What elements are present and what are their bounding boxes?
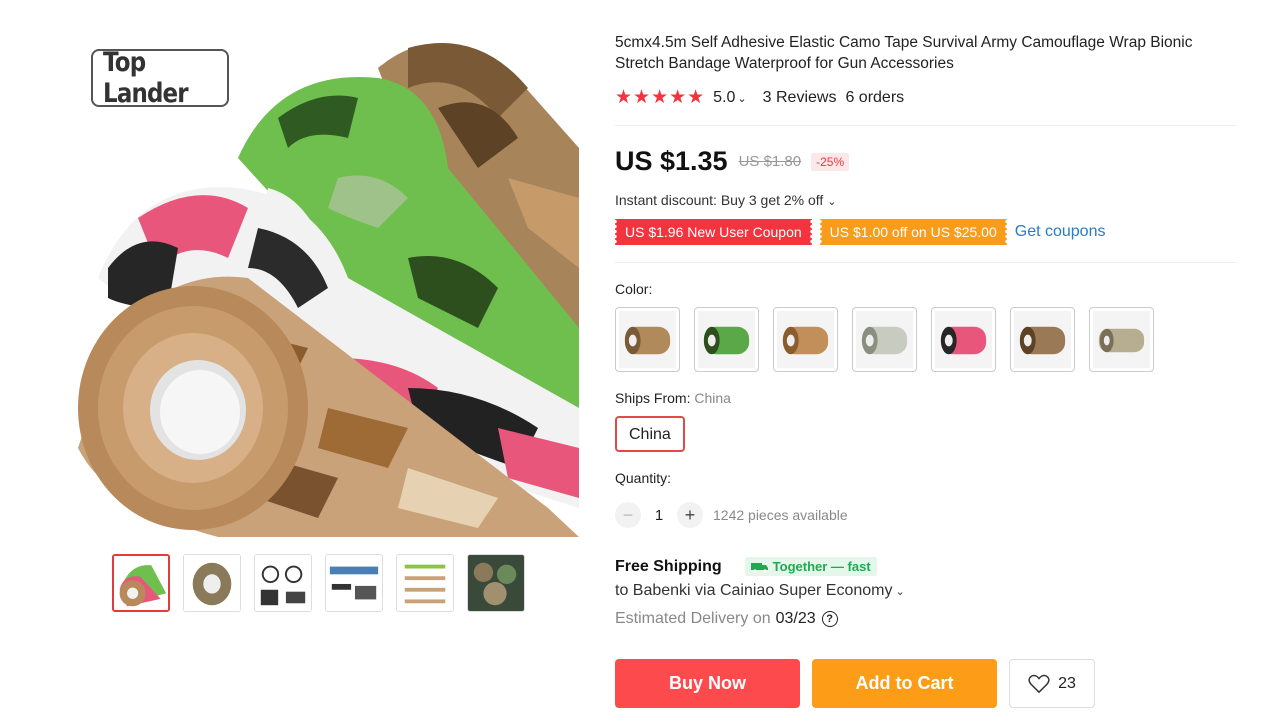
- together-fast-text: Together — fast: [772, 559, 871, 574]
- bike-thumb-icon: [255, 555, 311, 611]
- estimated-delivery-label: Estimated Delivery on: [615, 610, 771, 627]
- tape-swatch-icon: [935, 311, 992, 368]
- chevron-down-icon: ⌄: [737, 92, 747, 105]
- wishlist-count: 23: [1058, 674, 1076, 692]
- get-coupons-link[interactable]: Get coupons: [1015, 223, 1106, 241]
- original-price: US $1.80: [738, 153, 802, 170]
- orders-count: 6 orders: [845, 88, 905, 106]
- heart-icon: [1028, 674, 1050, 693]
- discount-badge: -25%: [811, 152, 850, 171]
- quantity-label: Quantity:: [615, 470, 672, 486]
- current-price: US $1.35: [615, 146, 728, 176]
- rating-row: ★★★★★ 5.0 ⌄ 3 Reviews 6 orders: [615, 86, 904, 109]
- buy-now-button[interactable]: Buy Now: [615, 659, 800, 708]
- store-coupon[interactable]: US $1.00 off on US $25.00: [817, 219, 1009, 245]
- thumbnail-5[interactable]: [396, 554, 454, 612]
- coupon-row: US $1.96 New User Coupon US $1.00 off on…: [613, 219, 1106, 245]
- thumbnail-strip: [112, 554, 525, 612]
- star-rating-icon: ★★★★★: [615, 87, 706, 108]
- divider: [615, 125, 1237, 126]
- estimated-delivery: Estimated Delivery on 03/23 ?: [615, 610, 838, 628]
- thumbnail-2[interactable]: [183, 554, 241, 612]
- instant-discount[interactable]: Instant discount: Buy 3 get 2% off ⌄: [615, 192, 836, 208]
- divider: [615, 262, 1237, 263]
- ships-from-label-text: Ships From:: [615, 390, 691, 406]
- wishlist-button[interactable]: 23: [1009, 659, 1095, 708]
- thumbnail-4[interactable]: [325, 554, 383, 612]
- new-user-coupon[interactable]: US $1.96 New User Coupon: [613, 219, 814, 245]
- color-swatch-white[interactable]: [852, 307, 917, 372]
- color-options: [615, 307, 1154, 372]
- size-chart-thumb-icon: [397, 555, 453, 611]
- tape-swatch-icon: [856, 311, 913, 368]
- shipping-title-row: Free Shipping Together — fast: [615, 557, 877, 576]
- ships-from-option-china[interactable]: China: [615, 416, 685, 452]
- shipping-method-selector[interactable]: to Babenki via Cainiao Super Economy ⌄: [615, 582, 905, 600]
- tape-swatch-icon: [1093, 311, 1150, 368]
- ships-from-value: China: [694, 390, 731, 406]
- color-swatch-desert[interactable]: [1010, 307, 1075, 372]
- chevron-down-icon: ⌄: [895, 586, 905, 598]
- color-swatch-tan[interactable]: [615, 307, 680, 372]
- camo-pile-thumb-icon: [468, 555, 524, 611]
- chevron-down-icon: ⌄: [827, 196, 837, 208]
- product-title: 5cmx4.5m Self Adhesive Elastic Camo Tape…: [615, 34, 1193, 72]
- quantity-increase-button[interactable]: +: [677, 502, 703, 528]
- tape-swatch-icon: [777, 311, 834, 368]
- color-swatch-pink[interactable]: [931, 307, 996, 372]
- thumbnail-3[interactable]: [254, 554, 312, 612]
- estimated-delivery-date: 03/23: [775, 610, 816, 627]
- truck-icon: [750, 562, 768, 573]
- quantity-stepper: − 1 + 1242 pieces available: [615, 502, 848, 528]
- tape-swatch-icon: [698, 311, 755, 368]
- help-icon[interactable]: ?: [821, 611, 838, 627]
- shipping-method-text: to Babenki via Cainiao Super Economy: [615, 582, 893, 599]
- together-fast-badge: Together — fast: [744, 557, 877, 576]
- instant-discount-text: Instant discount: Buy 3 get 2% off: [615, 192, 824, 208]
- brand-logo-text: Top Lander: [103, 47, 189, 109]
- thumbnail-6[interactable]: [467, 554, 525, 612]
- quantity-value[interactable]: 1: [641, 507, 677, 524]
- color-swatch-brown[interactable]: [773, 307, 838, 372]
- color-swatch-digital[interactable]: [1089, 307, 1154, 372]
- rating-value[interactable]: 5.0 ⌄: [713, 89, 746, 107]
- ships-from-label: Ships From: China: [615, 390, 731, 406]
- add-to-cart-button[interactable]: Add to Cart: [812, 659, 997, 708]
- rating-number: 5.0: [713, 88, 736, 106]
- quantity-decrease-button[interactable]: −: [615, 502, 641, 528]
- product-main-image[interactable]: Top Lander: [78, 28, 579, 537]
- color-swatch-green[interactable]: [694, 307, 759, 372]
- tape-swatch-icon: [1014, 311, 1071, 368]
- available-stock: 1242 pieces available: [713, 507, 848, 523]
- color-label: Color:: [615, 281, 653, 297]
- thumbnail-1[interactable]: [112, 554, 170, 612]
- tape-swatch-icon: [619, 311, 676, 368]
- reviews-link[interactable]: 3 Reviews: [763, 89, 837, 107]
- price-row: US $1.35 US $1.80 -25%: [615, 146, 850, 177]
- brand-logo: Top Lander: [91, 47, 229, 109]
- camo-rolls-thumb-icon: [114, 556, 168, 610]
- free-shipping-label: Free Shipping: [615, 557, 722, 575]
- tools-thumb-icon: [326, 555, 382, 611]
- tape-roll-thumb-icon: [184, 555, 240, 611]
